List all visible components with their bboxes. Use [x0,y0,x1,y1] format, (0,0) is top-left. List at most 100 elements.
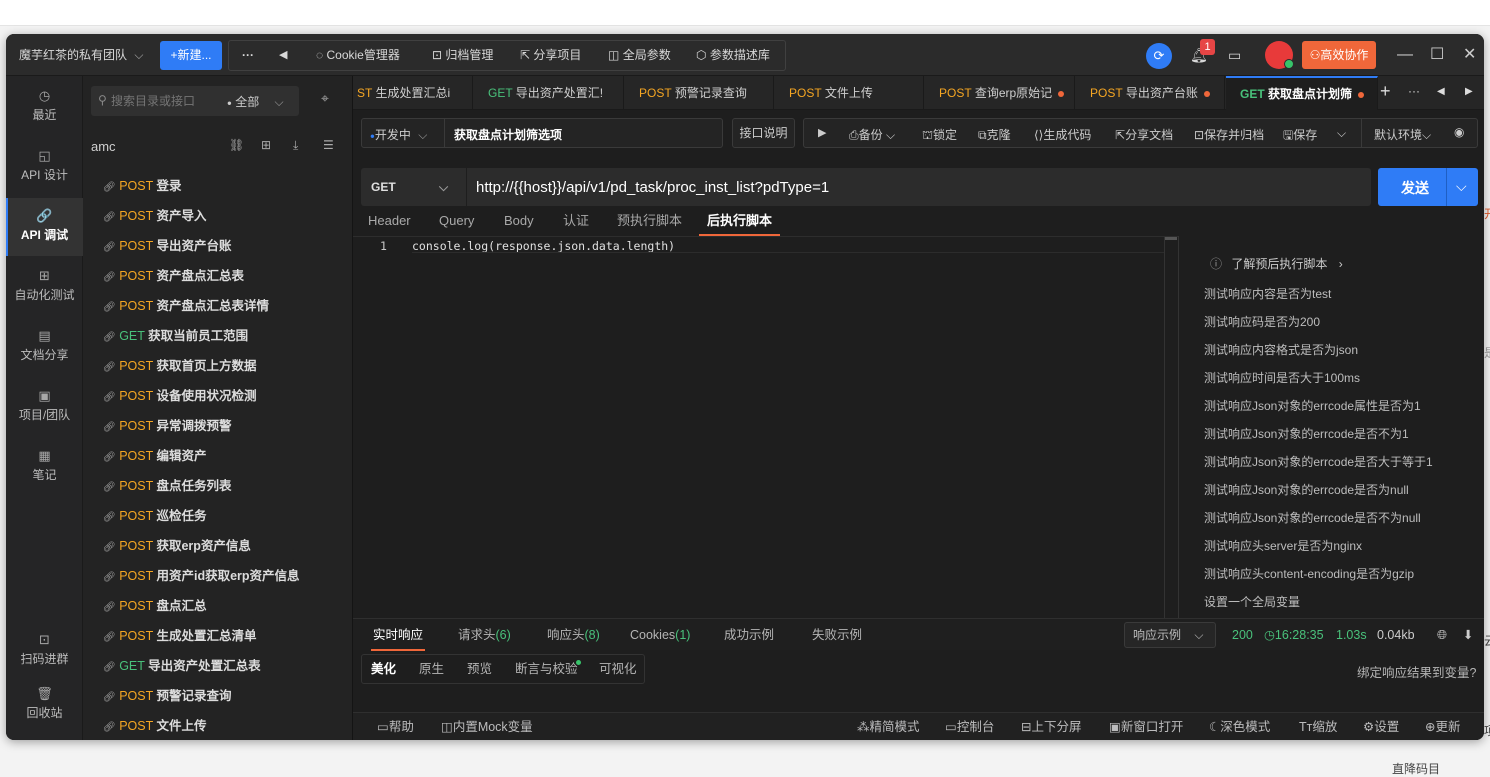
new-folder-icon[interactable]: ⊞ [261,138,271,152]
tab-prev-icon[interactable]: ◀ [1437,86,1445,97]
back-button[interactable]: ◀ [279,34,287,76]
global-params-button[interactable]: ◫ 全局参数 [608,34,671,76]
save-archive-button[interactable]: ⊡保存并归档 [1194,126,1264,143]
snippet-item[interactable]: 测试响应头server是否为nginx [1204,537,1362,554]
tab-header[interactable]: Header [368,206,411,236]
tab-realtime-response[interactable]: 实时响应 [371,619,426,651]
editor-scrollbar[interactable] [1164,237,1177,619]
save-button[interactable]: 🖫︎保存 [1283,126,1317,147]
tree-item[interactable]: 🔗︎ POST 资产盘点汇总表 [103,261,244,291]
nav-item-recent[interactable]: ◷ 最近 [6,78,83,136]
save-dropdown-icon[interactable]: ⌵ [1337,126,1346,141]
bind-response-link[interactable]: 绑定响应结果到变量? [1357,662,1476,681]
script-editor[interactable]: 1 console.log(response.json.data.length) [353,236,1178,619]
request-tab[interactable]: POST 预警记录查询 [625,76,774,110]
request-tab[interactable]: POST 查询erp原始记 [925,76,1075,110]
tab-more-icon[interactable]: ··· [1408,84,1420,98]
add-folder-icon[interactable]: ⛓ [229,138,244,152]
method-select[interactable]: GET ⌵ [371,180,448,195]
console-button[interactable]: ▭控制台 [945,713,994,740]
nav-item-trash[interactable]: 🗑 回收站 [6,680,83,738]
tree-item[interactable]: 🔗︎ POST 资产导入 [103,201,207,231]
tab-query[interactable]: Query [439,206,474,236]
nav-item-api-design[interactable]: ◱ API 设计 [6,138,83,196]
snippet-item[interactable]: 测试响应Json对象的errcode是否不为null [1204,509,1421,526]
param-library-button[interactable]: ⬡ 参数描述库 [696,34,770,76]
tab-visualize[interactable]: 可视化 [599,655,637,683]
tab-response-headers[interactable]: 响应头(8) [547,619,600,651]
tree-item[interactable]: 🔗︎ POST 资产盘点汇总表详情 [103,291,269,321]
send-button[interactable]: 发送 ⌵ [1378,168,1478,206]
filter-dropdown[interactable]: ● 全部 ⌵ [227,93,284,110]
tree-item[interactable]: 🔗︎ POST 巡检任务 [103,501,207,531]
collab-button[interactable]: ⚇高效协作 [1302,41,1376,69]
download-icon[interactable]: ⬇ [1463,619,1473,651]
tab-cookies[interactable]: Cookies(1) [630,619,690,651]
maximize-icon[interactable]: ☐ [1430,34,1444,76]
run-icon[interactable]: ▶ [818,126,826,139]
nav-item-doc-share[interactable]: ▤ 文档分享 [6,318,83,376]
request-tab[interactable]: POST 文件上传 [775,76,924,110]
snippet-header[interactable]: ⓘ 了解预后执行脚本 › [1210,255,1343,272]
locate-icon[interactable]: ⌖ [321,90,329,107]
settings-button[interactable]: ⚙设置 [1363,713,1399,740]
share-project-button[interactable]: ⇱ 分享项目 [520,34,581,76]
help-button[interactable]: ▭帮助 [377,713,414,740]
snippet-item[interactable]: 测试响应内容格式是否为json [1204,341,1358,358]
tab-failure-example[interactable]: 失败示例 [812,619,862,651]
snippet-item[interactable]: 测试响应头content-encoding是否为gzip [1204,565,1414,582]
backup-button[interactable]: ⎙备份 ⌵ [849,126,895,143]
tree-item[interactable]: 🔗︎ POST 编辑资产 [103,441,207,471]
collapse-icon[interactable]: ☰ [323,138,334,152]
tree-item[interactable]: 🔗︎ POST 预警记录查询 [103,681,232,711]
tab-request-headers[interactable]: 请求头(6) [458,619,511,651]
tree-item[interactable]: 🔗︎ POST 盘点任务列表 [103,471,232,501]
tab-preview[interactable]: 预览 [467,655,492,683]
tab-post-script[interactable]: 后执行脚本 [699,206,781,236]
tree-item[interactable]: 🔗︎ GET 获取当前员工范围 [103,321,248,351]
snippet-item[interactable]: 测试响应Json对象的errcode是否不为1 [1204,425,1409,442]
request-tab[interactable]: GET 获取盘点计划筛 [1226,76,1378,110]
tree-item[interactable]: 🔗︎ POST 盘点汇总 [103,591,207,621]
tab-next-icon[interactable]: ▶ [1465,86,1473,97]
tree-item[interactable]: 🔗︎ POST 用资产id获取erp资产信息 [103,561,300,591]
import-icon[interactable]: ⤓ [293,138,298,153]
api-doc-button[interactable]: 接口说明 [732,118,795,148]
new-button[interactable]: +新建... [160,41,222,70]
tree-item[interactable]: 🔗︎ GET 导出资产处置汇总表 [103,651,261,681]
nav-item-automation[interactable]: ⊞ 自动化测试 [6,258,83,316]
more-button[interactable]: ··· [242,34,254,76]
share-doc-button[interactable]: ⇱分享文档 [1115,126,1173,143]
eye-icon[interactable]: ◉ [1454,125,1464,139]
chevron-down-icon[interactable]: ⌵ [1456,178,1467,195]
tab-raw[interactable]: 原生 [419,655,444,683]
tab-auth[interactable]: 认证 [563,206,589,236]
team-selector[interactable]: 魔芋红茶的私有团队 ⌵ [19,34,143,76]
tree-item[interactable]: 🔗︎ POST 登录 [103,171,182,201]
tab-pre-script[interactable]: 预执行脚本 [617,206,682,236]
gen-code-button[interactable]: ⟨⟩生成代码 [1034,126,1091,143]
snippet-item[interactable]: 测试响应Json对象的errcode是否为null [1204,481,1409,498]
new-window-button[interactable]: ▣新窗口打开 [1109,713,1183,740]
archive-button[interactable]: ⊡ 归档管理 [432,34,493,76]
lock-button[interactable]: ⛫锁定 [922,126,957,144]
tree-item[interactable]: 🔗︎ POST 文件上传 [103,711,207,740]
tree-item[interactable]: 🔗︎ POST 导出资产台账 [103,231,232,261]
request-name-input[interactable]: 获取盘点计划筛选项 [454,126,562,143]
env-status-dropdown[interactable]: ●开发中 ⌵ [370,126,427,143]
snippet-item[interactable]: 测试响应内容是否为test [1204,285,1331,302]
dark-mode-button[interactable]: ☾深色模式 [1209,713,1270,740]
nav-item-project[interactable]: ▣ 项目/团队 [6,378,83,436]
url-input[interactable]: http://{{host}}/api/v1/pd_task/proc_inst… [476,179,829,196]
close-icon[interactable]: ✕ [1463,34,1476,76]
cookie-manager-button[interactable]: ◌ Cookie管理器 [316,34,400,76]
tab-body[interactable]: Body [504,206,534,236]
globe-icon[interactable]: 🌐︎ [1437,619,1447,651]
snippet-item[interactable]: 测试响应Json对象的errcode是否大于等于1 [1204,453,1433,470]
avatar[interactable] [1265,41,1294,69]
sync-icon[interactable]: ⟳ [1146,43,1172,69]
snippet-item[interactable]: 测试响应时间是否大于100ms [1204,369,1360,386]
tree-item[interactable]: 🔗︎ POST 设备使用状况检测 [103,381,257,411]
request-tab[interactable]: POST 导出资产台账 [1076,76,1225,110]
snippet-item[interactable]: 测试响应Json对象的errcode属性是否为1 [1204,397,1421,414]
